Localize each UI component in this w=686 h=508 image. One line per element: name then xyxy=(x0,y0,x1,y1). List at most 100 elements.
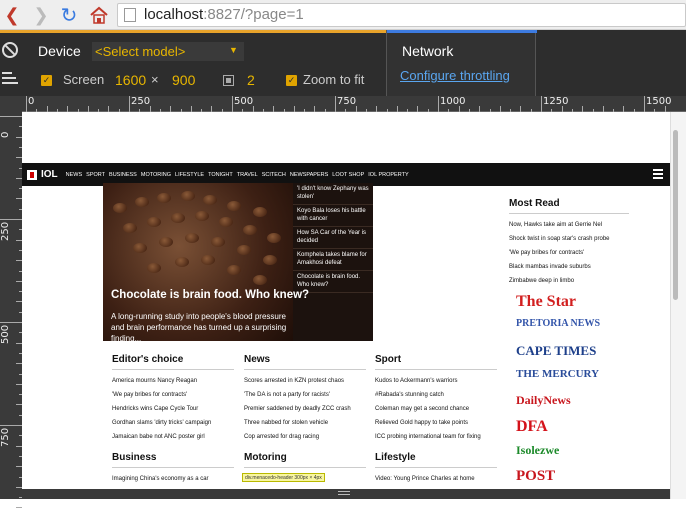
network-tab-indicator xyxy=(387,30,537,33)
newspaper-logo[interactable]: DFA xyxy=(516,418,548,436)
hero-story[interactable]: 'I didn't know Zephany was stolen' Koyo B… xyxy=(103,183,373,341)
browser-toolbar: ❮ ❯ ↻ localhost:8827/?page=1 xyxy=(0,0,686,30)
site-nav-item[interactable]: IOL PROPERTY xyxy=(368,172,408,178)
ruler-label: 1250 xyxy=(543,96,569,107)
section-link[interactable]: Three nabbed for stolen vehicle xyxy=(244,416,366,430)
section-link[interactable]: Kudos to Ackermann's warriors xyxy=(375,374,497,388)
section-title[interactable]: Motoring xyxy=(244,452,366,468)
chocolate-shape xyxy=(211,237,225,247)
ruler-tick xyxy=(129,96,130,112)
configure-throttling-link[interactable]: Configure throttling xyxy=(400,68,510,83)
hero-description: A long-running study into people's blood… xyxy=(111,312,287,341)
section-link[interactable]: 'The DA is not a party for racists' xyxy=(244,388,366,402)
section-link[interactable]: America mourns Nancy Reagan xyxy=(112,374,234,388)
address-bar[interactable]: localhost:8827/?page=1 xyxy=(117,3,686,27)
newspaper-logo[interactable]: Isolezwe xyxy=(516,443,559,458)
site-nav-item[interactable]: LOOT SHOP xyxy=(332,172,364,178)
newspaper-logo[interactable]: CAPE TIMES xyxy=(516,343,596,359)
newspaper-logo[interactable]: DailyNews xyxy=(516,393,571,408)
screen-checkbox[interactable]: ✓ xyxy=(41,75,52,86)
newspaper-logo[interactable]: The Star xyxy=(516,293,576,311)
page-icon xyxy=(124,8,136,22)
section-link[interactable]: #Rabada's stunning catch xyxy=(375,388,497,402)
section-link[interactable]: Imagining China's economy as a car xyxy=(112,472,234,486)
home-icon[interactable] xyxy=(88,4,110,26)
section-link[interactable]: Video: Young Prince Charles at home xyxy=(375,472,497,486)
section-link[interactable]: Shock twist in soap star's crash probe xyxy=(509,232,629,246)
chocolate-shape xyxy=(227,265,241,275)
site-nav-item[interactable]: NEWSPAPERS xyxy=(290,172,328,178)
section-title[interactable]: Most Read xyxy=(509,198,629,214)
site-nav-item[interactable]: TONIGHT xyxy=(208,172,233,178)
site-nav-item[interactable]: BUSINESS xyxy=(109,172,137,178)
viewport-resize-bar[interactable] xyxy=(22,489,670,499)
hero-side-item[interactable]: Komphela takes blame for Amakhosi defeat xyxy=(293,249,373,271)
site-nav-item[interactable]: MOTORING xyxy=(141,172,171,178)
section-title[interactable]: Business xyxy=(112,452,234,468)
section-link[interactable]: Premier saddened by deadly ZCC crash xyxy=(244,402,366,416)
section-link[interactable]: Black mambas invade suburbs xyxy=(509,260,629,274)
section-link[interactable]: Scores arrested in KZN protest chaos xyxy=(244,374,366,388)
width-input[interactable]: 1600 xyxy=(115,72,146,88)
hero-side-item[interactable]: Koyo Bala loses his battle with cancer xyxy=(293,205,373,227)
element-inspector-tooltip: div.menacedo-header 300px × 4px xyxy=(242,473,325,482)
ruler-tick xyxy=(0,322,22,323)
network-label: Network xyxy=(402,43,454,59)
site-nav-items: NEWS SPORT BUSINESS MOTORING LIFESTYLE TONIGH… xyxy=(62,172,409,178)
section-link[interactable]: Coleman may get a second chance xyxy=(375,402,497,416)
section-link[interactable]: Relieved Gold happy to take points xyxy=(375,416,497,430)
hamburger-icon[interactable] xyxy=(653,169,663,179)
zoom-to-fit-checkbox[interactable]: ✓ xyxy=(286,75,297,86)
site-nav-item[interactable]: SCITECH xyxy=(262,172,286,178)
ruler-tick xyxy=(26,96,27,112)
height-input[interactable]: 900 xyxy=(172,72,195,88)
site-logo[interactable]: IOL xyxy=(27,169,58,180)
site-nav-item[interactable]: NEWS xyxy=(66,172,83,178)
chocolate-shape xyxy=(195,211,209,221)
network-panel xyxy=(386,30,537,96)
forward-arrow-icon[interactable]: ❯ xyxy=(30,4,52,26)
screen-label: Screen xyxy=(63,72,105,87)
section-link[interactable]: Jamaican babe not ANC poster girl xyxy=(112,430,234,444)
section-link[interactable]: 'We pay bribes for contracts' xyxy=(112,388,234,402)
section-title[interactable]: Sport xyxy=(375,354,497,370)
reload-icon[interactable]: ↻ xyxy=(58,3,80,27)
section-link[interactable]: Hendricks wins Cape Cycle Tour xyxy=(112,402,234,416)
back-arrow-icon[interactable]: ❮ xyxy=(1,4,23,26)
ruler-label: 750 xyxy=(0,427,11,447)
section-link[interactable]: 'We pay bribes for contracts' xyxy=(509,246,629,260)
section-title[interactable]: Editor's choice xyxy=(112,354,234,370)
site-nav-item[interactable]: LIFESTYLE xyxy=(175,172,204,178)
disable-emulation-icon[interactable] xyxy=(2,42,18,58)
site-nav-item[interactable]: SPORT xyxy=(86,172,105,178)
section-link[interactable]: Gordhan slams 'dirty tricks' campaign xyxy=(112,416,234,430)
newspaper-logo[interactable]: POST xyxy=(516,468,555,485)
section-title[interactable]: News xyxy=(244,354,366,370)
section-link[interactable]: Now, Hawks take aim at Gerrie Nel xyxy=(509,218,629,232)
ruler-label: 750 xyxy=(337,96,357,107)
hero-side-item[interactable]: 'I didn't know Zephany was stolen' xyxy=(293,183,373,205)
section-link[interactable]: ICC probing international team for fixin… xyxy=(375,430,497,444)
hero-side-item[interactable]: How SA Car of the Year is decided xyxy=(293,227,373,249)
section-link[interactable]: Zimbabwe deep in limbo xyxy=(509,274,629,288)
ruler-label: 250 xyxy=(0,221,11,241)
site-nav-item[interactable]: TRAVEL xyxy=(237,172,258,178)
hero-title[interactable]: Chocolate is brain food. Who knew? xyxy=(111,289,309,301)
newspaper-logo[interactable]: THE MERCURY xyxy=(516,368,599,380)
section-link[interactable]: Cop arrested for drag racing xyxy=(244,430,366,444)
chocolate-shape xyxy=(147,263,161,273)
chocolate-shape xyxy=(253,275,267,285)
dpr-input[interactable]: 2 xyxy=(247,72,255,88)
scrollbar-thumb[interactable] xyxy=(673,130,678,300)
device-pixel-ratio-icon xyxy=(223,75,234,86)
ruler-label: 0 xyxy=(0,131,11,138)
site-logo-text: IOL xyxy=(41,169,58,180)
ruler-label: 1500 xyxy=(646,96,672,107)
chocolate-shape xyxy=(123,223,137,233)
menu-lines-icon[interactable] xyxy=(2,72,18,86)
device-model-select[interactable]: <Select model> ▼ xyxy=(92,42,244,61)
newspaper-logo[interactable]: PRETORIA NEWS xyxy=(516,318,600,329)
ruler-tick xyxy=(0,425,22,426)
section-title[interactable]: Lifestyle xyxy=(375,452,497,468)
ruler-tick xyxy=(644,96,645,112)
